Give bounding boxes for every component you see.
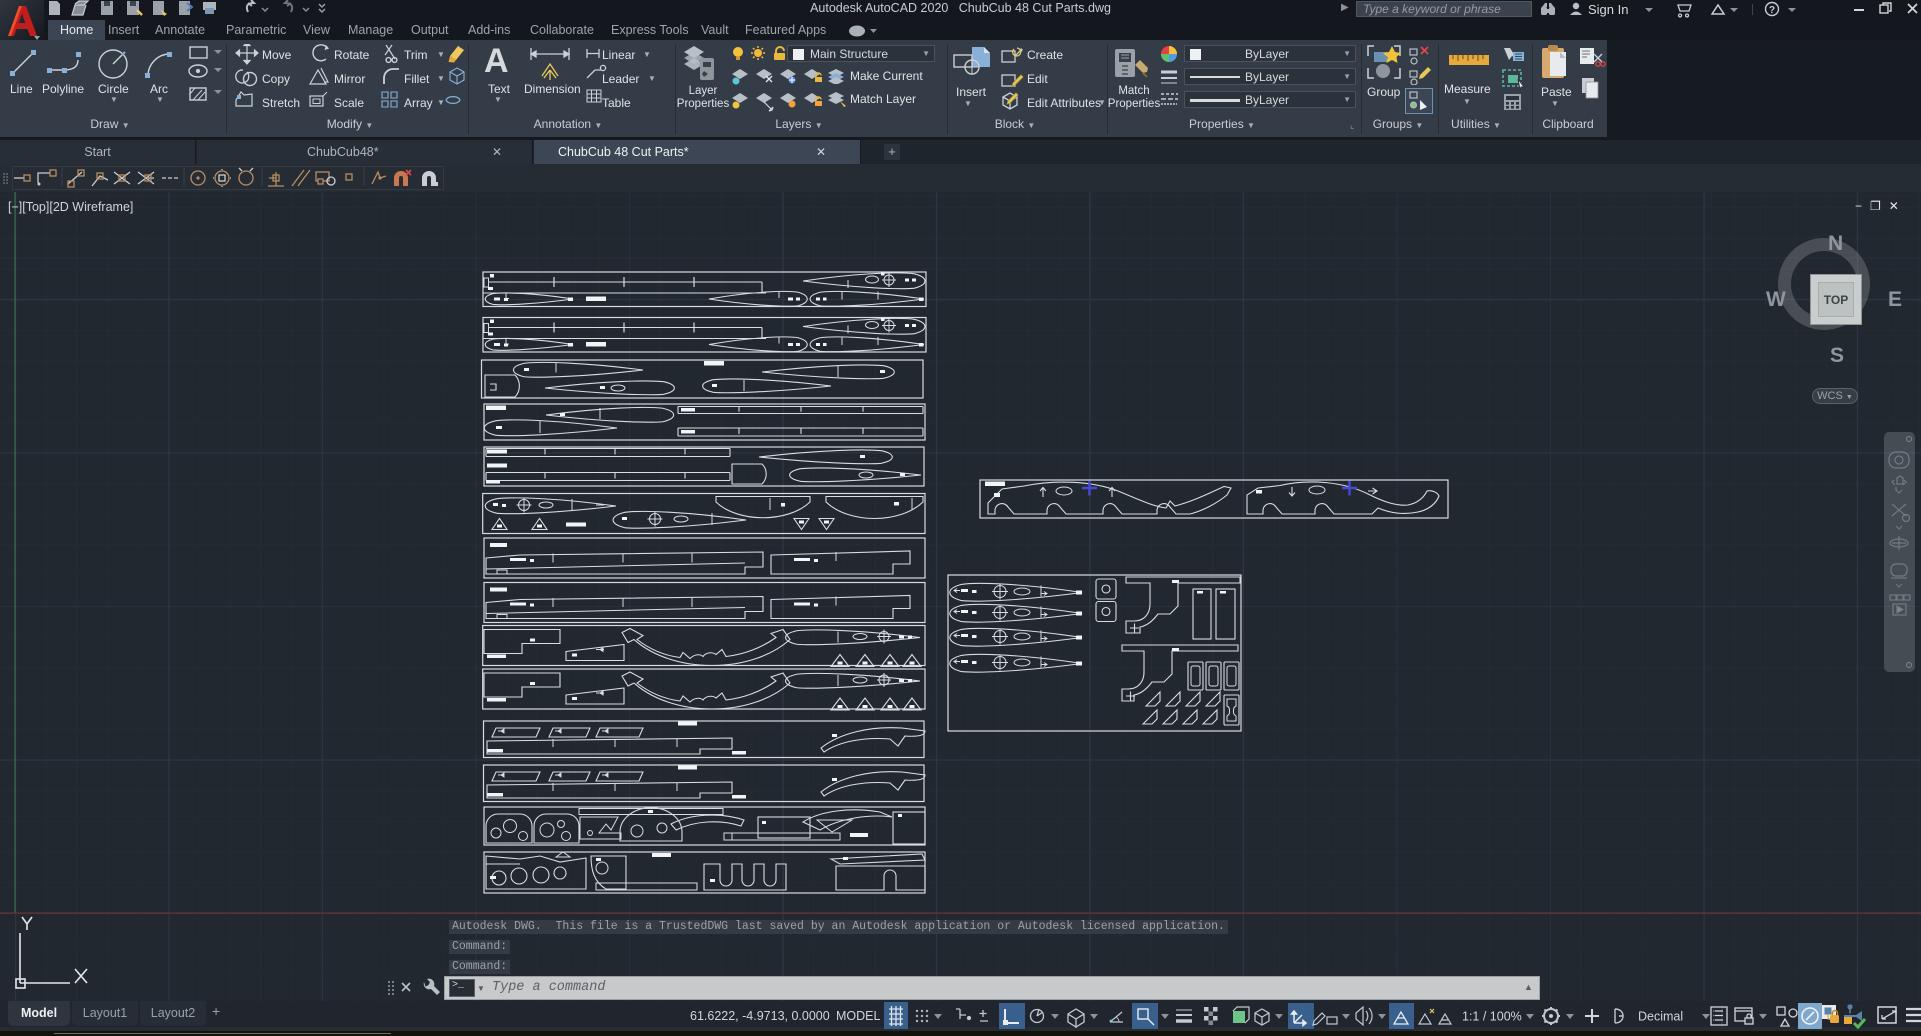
svg-text:1:1 / 100%: 1:1 / 100% [1462,1010,1522,1024]
svg-text:Decimal: Decimal [1638,1010,1683,1024]
svg-text:?: ? [1769,5,1775,16]
